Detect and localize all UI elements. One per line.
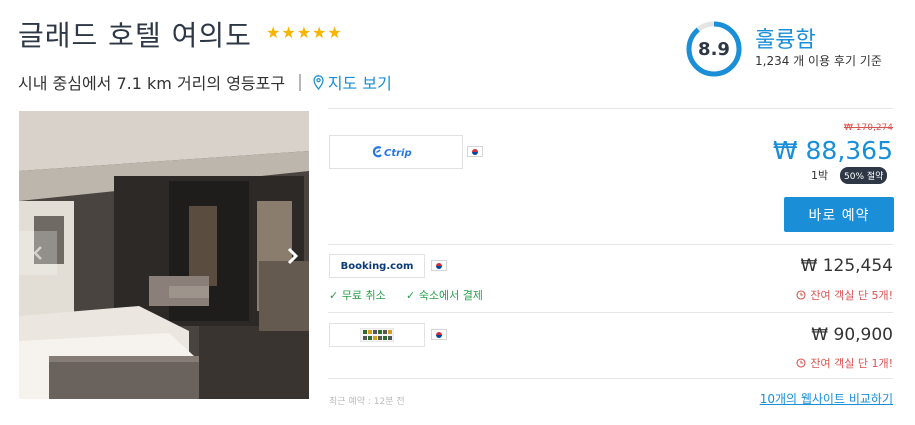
hotel-photo[interactable]	[19, 111, 309, 399]
clock-icon	[796, 358, 806, 368]
star-icon: ★	[266, 23, 281, 42]
rating-label: 훌륭함	[755, 28, 816, 53]
korea-flag-icon	[431, 329, 447, 340]
booking-logo[interactable]: Booking.com	[329, 254, 425, 278]
chevron-right-icon	[287, 247, 298, 265]
book-now-button[interactable]: 바로 예약	[784, 197, 894, 232]
rooms-left-alert: 잔여 객실 단 1개!	[796, 355, 893, 371]
star-icon: ★	[281, 23, 296, 42]
score-value: 8.9	[698, 38, 730, 60]
rooms-left-text: 잔여 객실 단 5개!	[810, 289, 893, 302]
rooms-left-text: 잔여 객실 단 1개!	[810, 357, 893, 370]
compare-sites-link[interactable]: 10개의 웹사이트 비교하기	[760, 390, 893, 407]
deal-price: ₩ 125,454	[800, 256, 893, 276]
per-night-label: 1박	[811, 169, 829, 182]
free-cancel-label: ✓ 무료 취소	[329, 289, 386, 302]
star-rating: ★ ★ ★ ★ ★	[266, 25, 342, 41]
room-image	[19, 111, 309, 399]
ctrip-logo-icon: Ctrip	[372, 146, 412, 159]
divider	[328, 108, 893, 109]
original-price: ₩ 170,274	[844, 123, 893, 133]
hotelnjoy-logo[interactable]	[329, 323, 425, 347]
deal-price: ₩ 90,900	[811, 325, 893, 345]
divider	[328, 312, 893, 313]
location-text: 시내 중심에서 7.1 km 거리의 영등포구	[18, 74, 286, 93]
review-count: 1,234 개 이용 후기 기준	[755, 54, 882, 68]
photo-prev-button[interactable]	[19, 231, 57, 275]
clock-icon	[796, 290, 806, 300]
korea-flag-icon	[431, 260, 447, 271]
discount-badge: 50% 절약	[840, 167, 888, 184]
star-icon: ★	[327, 23, 342, 42]
pay-at-hotel-label: ✓ 숙소에서 결제	[406, 289, 483, 302]
provider-name: Booking.com	[340, 260, 414, 272]
star-icon: ★	[312, 23, 327, 42]
star-icon: ★	[296, 23, 312, 42]
hotelnjoy-logo-icon	[360, 328, 394, 342]
photo-next-button[interactable]	[279, 240, 305, 272]
map-link[interactable]: 지도 보기	[313, 70, 392, 94]
location-line: 시내 중심에서 7.1 km 거리의 영등포구 | 지도 보기	[18, 70, 392, 94]
divider	[328, 378, 893, 379]
recent-booking-text: 최근 예약 : 12분 전	[329, 397, 405, 407]
hotel-name: 글래드 호텔 여의도	[18, 19, 252, 52]
divider: |	[297, 72, 303, 92]
ctrip-logo[interactable]: Ctrip	[329, 135, 463, 169]
map-pin-icon	[313, 74, 324, 90]
rooms-left-alert: 잔여 객실 단 5개!	[796, 287, 893, 303]
provider-name: Ctrip	[384, 148, 412, 159]
chevron-left-icon	[33, 246, 42, 260]
korea-flag-icon	[467, 146, 483, 157]
map-link-label: 지도 보기	[327, 74, 392, 93]
best-price: ₩ 88,365	[772, 136, 893, 165]
divider	[328, 244, 893, 245]
